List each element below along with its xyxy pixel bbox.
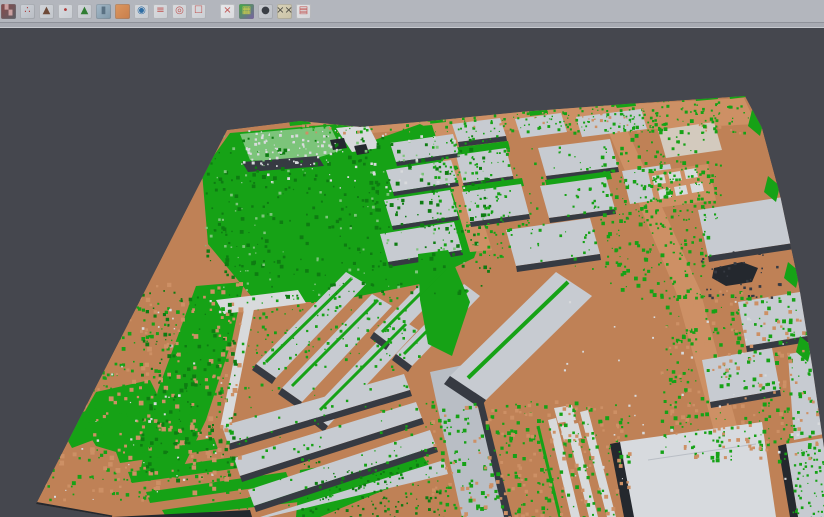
classify-points-icon[interactable]: ∴ [20,4,35,19]
toolbar-lower-strip [0,22,824,28]
mesh-dark-icon[interactable]: ● [258,4,273,19]
red-ring-icon[interactable]: ◎ [172,4,187,19]
cross-marks-icon[interactable]: ×× [277,4,292,19]
globe-icon[interactable]: ◉ [134,4,149,19]
red-selection-icon[interactable]: ☐ [191,4,206,19]
red-layers-icon[interactable]: ≡ [153,4,168,19]
column-icon[interactable]: ▮ [96,4,111,19]
toolbar-separator [210,4,216,19]
points-light-icon[interactable]: • [58,4,73,19]
point-cloud-scene [0,0,824,517]
classified-cloud-icon[interactable]: ▦ [239,4,254,19]
main-toolbar: ▚ ∴ ▲ • ▲ ▮ ◉ ≡ ◎ ☐ × ▦ ● ×× ▤ [0,0,824,22]
red-stripe-tile-icon[interactable]: ▤ [296,4,311,19]
app-window: ▚ ∴ ▲ • ▲ ▮ ◉ ≡ ◎ ☐ × ▦ ● ×× ▤ [0,0,824,517]
terrain-brown-icon[interactable]: ▲ [39,4,54,19]
red-cross-tile-icon[interactable]: × [220,4,235,19]
clipped-points-icon[interactable]: ▚ [1,4,16,19]
point-cloud-viewport[interactable] [0,0,824,517]
terrain-green-icon[interactable]: ▲ [77,4,92,19]
ortho-orange-icon[interactable] [115,4,130,19]
